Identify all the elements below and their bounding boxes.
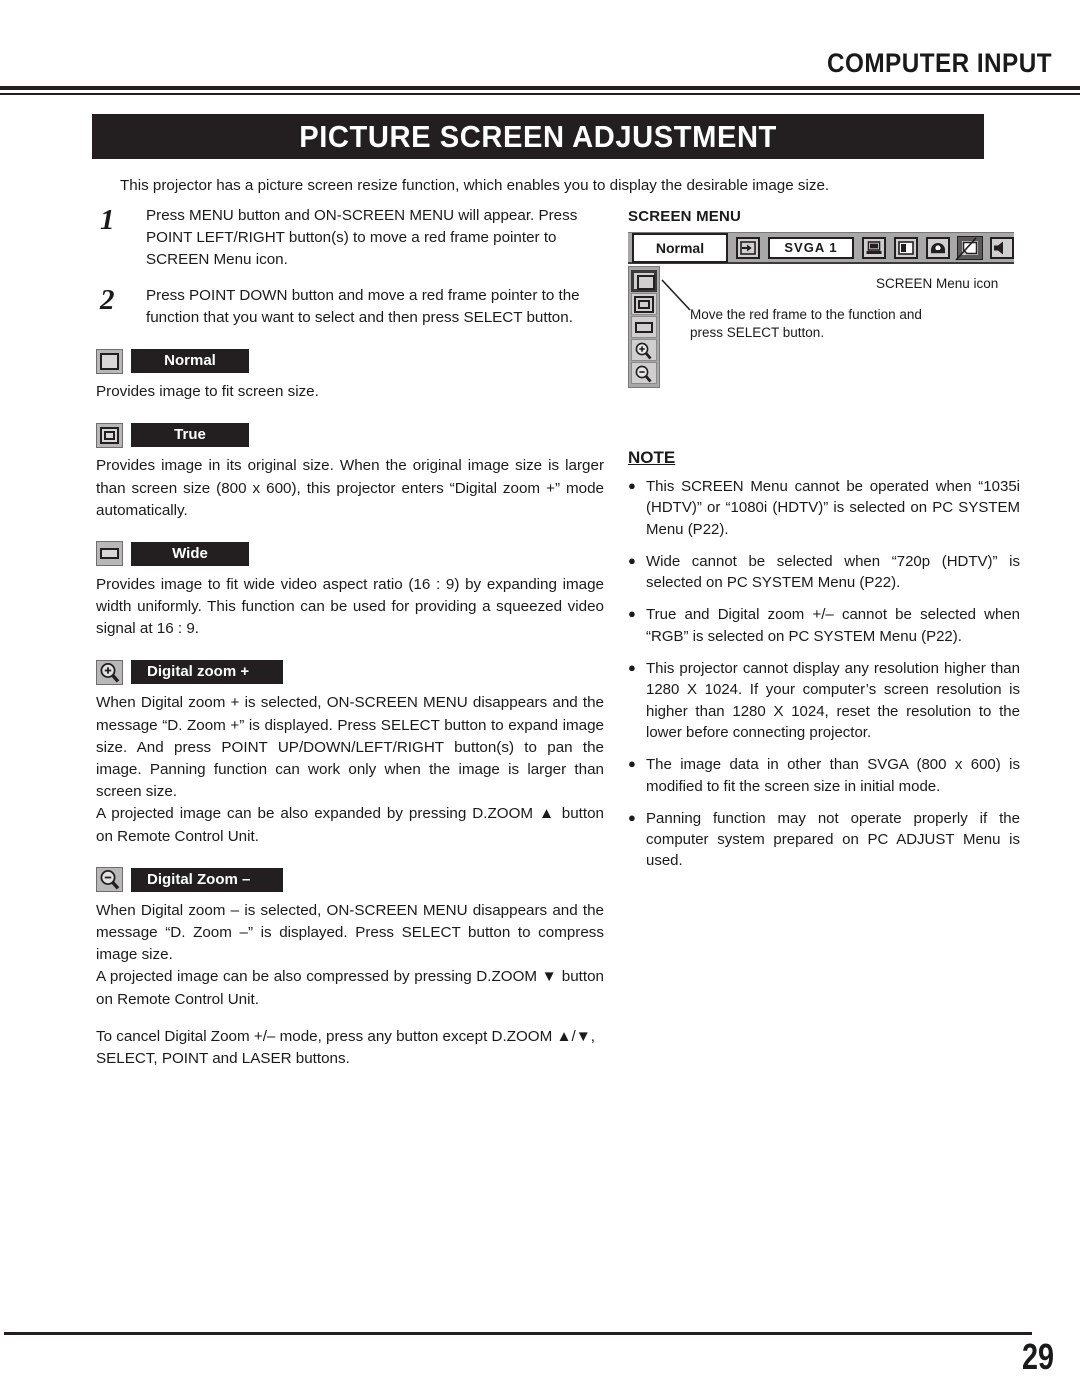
osd-side-zoom-out-icon[interactable] [631,362,657,384]
cancel-digital-zoom-note: To cancel Digital Zoom +/– mode, press a… [96,1027,595,1067]
function-digital-zoom-minus-header: Digital Zoom – [96,866,616,894]
bullet-icon: ● [628,606,636,622]
osd-side-screen-wide-icon[interactable] [631,316,657,338]
note-item-text: True and Digital zoom +/– cannot be sele… [646,606,1020,645]
osd-side-screen-true-icon[interactable] [631,293,657,315]
function-digital-zoom-minus: Digital Zoom – When Digital zoom – is se… [96,866,616,1070]
function-digital-zoom-minus-label: Digital Zoom – [131,867,283,892]
callout-move-red-frame: Move the red frame to the function and p… [690,306,922,342]
function-digital-zoom-plus-label: Digital zoom + [131,660,283,685]
function-digital-zoom-minus-text: When Digital zoom – is selected, ON-SCRE… [96,900,604,1070]
callout-screen-menu-icon: SCREEN Menu icon [876,276,999,291]
section-title: COMPUTER INPUT [827,48,1052,78]
callout-move-line-2: press SELECT button. [690,325,825,341]
function-normal-text: Provides image to fit screen size. [96,381,604,403]
zoom-in-icon [96,659,123,685]
function-normal-label: Normal [131,349,249,374]
function-digital-zoom-minus-para-2: A projected image can be also compressed… [96,968,604,1008]
header-rule-lower [0,93,1080,95]
note-section: NOTE ● This SCREEN Menu cannot be operat… [628,448,1020,883]
function-digital-zoom-plus-para-1: When Digital zoom + is selected, ON-SCRE… [96,694,604,801]
osd-illustration: Normal SVGA 1 SCREEN Menu icon Move the … [628,232,1020,388]
function-normal-para-1: Provides image to fit screen size. [96,383,319,401]
image-adjust-icon[interactable] [926,236,950,259]
note-item: ● Wide cannot be selected when “720p (HD… [628,551,1020,594]
bullet-icon: ● [628,660,636,676]
note-item: ● The image data in other than SVGA (800… [628,754,1020,797]
step-1-line-2: POINT LEFT/RIGHT button(s) to move a red… [146,229,557,247]
function-digital-zoom-plus-header: Digital zoom + [96,658,616,686]
header-rule-upper [0,86,1080,90]
note-item: ● This SCREEN Menu cannot be operated wh… [628,476,1020,540]
step-1-number: 1 [100,204,115,236]
bullet-icon: ● [628,552,636,568]
pc-adjust-icon[interactable] [862,236,886,259]
page-header: COMPUTER INPUT [0,48,1080,90]
function-wide: Wide Provides image to fit wide video as… [96,540,616,641]
function-wide-header: Wide [96,540,616,568]
screen-normal-icon [96,348,123,374]
osd-side-icon-column [628,266,660,388]
note-item-text: Wide cannot be selected when “720p (HDTV… [646,552,1020,592]
function-digital-zoom-plus-text: When Digital zoom + is selected, ON-SCRE… [96,692,604,847]
osd-side-screen-normal-icon[interactable] [631,270,657,292]
bullet-icon: ● [628,756,636,772]
screen-wide-icon [96,541,123,567]
function-digital-zoom-plus-para-2: A projected image can be also expanded b… [96,805,604,845]
function-true: True Provides image in its original size… [96,421,616,522]
function-wide-para-1: Provides image to fit wide video aspect … [96,575,604,638]
osd-selected-value: Normal [632,232,728,263]
function-normal: Normal Provides image to fit screen size… [96,347,616,403]
osd-menu-bar: Normal SVGA 1 [628,232,1014,264]
step-1-text: Press MENU button and ON-SCREEN MENU wil… [146,205,616,271]
step-2: 2 Press POINT DOWN button and move a red… [96,285,616,329]
page-title-banner: PICTURE SCREEN ADJUSTMENT [92,114,984,159]
step-1: 1 Press MENU button and ON-SCREEN MENU w… [96,205,616,271]
function-true-label: True [131,423,249,448]
note-item-text: The image data in other than SVGA (800 x… [646,756,1020,795]
note-item-text: This SCREEN Menu cannot be operated when… [646,478,1020,538]
note-title: NOTE [628,448,676,467]
function-normal-header: Normal [96,347,616,375]
function-true-para-1: Provides image in its original size. Whe… [96,457,604,519]
bullet-icon: ● [628,809,636,825]
right-column: SCREEN MENU Normal SVGA 1 SCREEN Menu ic… [628,208,1020,388]
step-1-line-1: Press MENU button and ON-SCREEN MENU wil… [146,207,578,224]
function-true-text: Provides image in its original size. Whe… [96,455,604,522]
input-source-icon[interactable] [736,236,760,259]
function-digital-zoom-plus: Digital zoom + When Digital zoom + is se… [96,658,616,847]
step-1-line-3: SCREEN Menu icon. [146,251,288,269]
intro-paragraph: This projector has a picture screen resi… [120,177,830,194]
note-item-text: This projector cannot display any resolu… [646,660,1020,741]
function-digital-zoom-minus-para-1: When Digital zoom – is selected, ON-SCRE… [96,901,604,964]
sound-icon[interactable] [990,236,1014,259]
function-wide-label: Wide [131,541,249,566]
function-true-header: True [96,421,616,449]
callout-move-line-1: Move the red frame to the function and [690,307,922,322]
note-item: ● True and Digital zoom +/– cannot be se… [628,604,1020,647]
screen-menu-title: SCREEN MENU [628,208,742,225]
step-2-text: Press POINT DOWN button and move a red f… [146,285,616,329]
step-2-line-1: Press POINT DOWN button and move a red f… [146,287,580,305]
note-item: ● This projector cannot display any reso… [628,658,1020,743]
screen-true-icon [96,422,123,448]
zoom-out-icon [96,867,123,893]
step-2-line-2: function that you want to select and the… [146,309,573,327]
bullet-icon: ● [628,478,636,493]
footer-rule [4,1332,1032,1335]
osd-side-zoom-in-icon[interactable] [631,339,657,361]
note-item-text: Panning function may not operate properl… [646,809,1020,870]
osd-system-value: SVGA 1 [768,236,854,259]
screen-icon[interactable] [957,235,983,260]
page-number: 29 [1021,1336,1054,1377]
note-item: ● Panning function may not operate prope… [628,808,1020,872]
function-wide-text: Provides image to fit wide video aspect … [96,574,604,641]
page-title: PICTURE SCREEN ADJUSTMENT [299,118,777,154]
step-2-number: 2 [100,284,115,317]
left-column: 1 Press MENU button and ON-SCREEN MENU w… [96,205,616,1070]
image-select-icon[interactable] [894,236,918,259]
